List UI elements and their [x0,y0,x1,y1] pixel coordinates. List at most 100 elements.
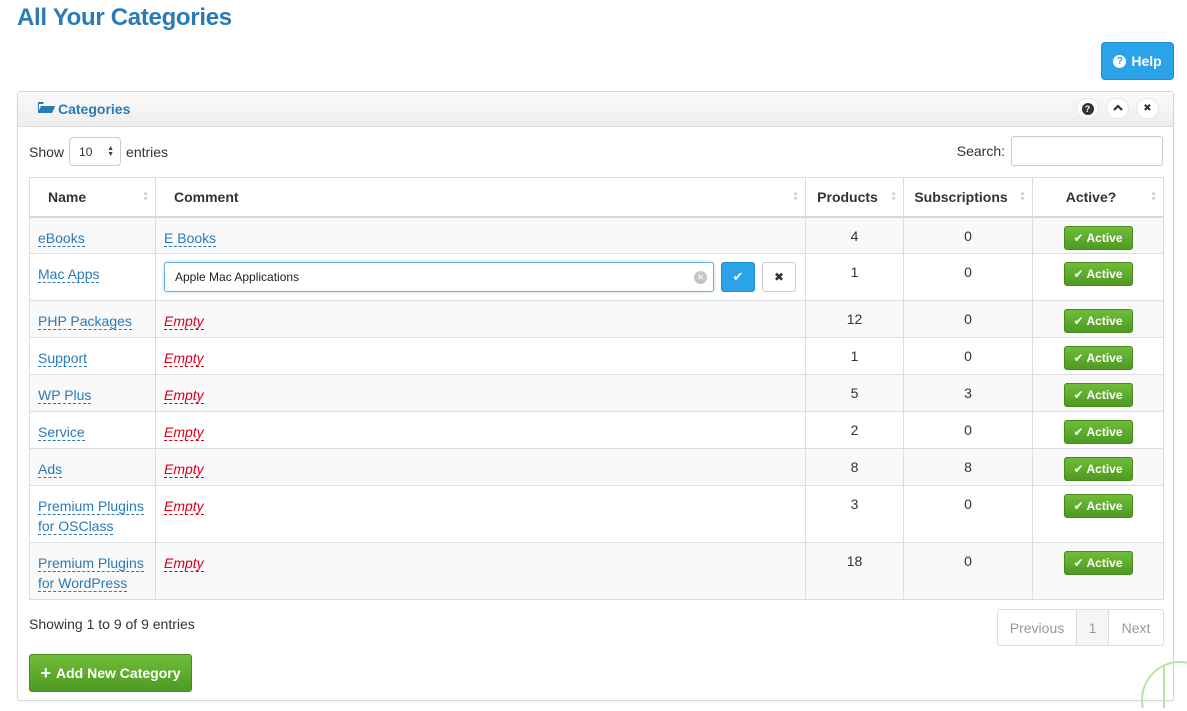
active-toggle-button[interactable]: ✔ Active [1063,494,1133,518]
category-name-link[interactable]: Support [38,350,88,367]
page-title: All Your Categories [17,4,232,31]
table-row: Support Empty 1 0 ✔ Active [29,337,1164,375]
category-comment-empty[interactable]: Empty [164,461,204,478]
folder-open-icon [37,101,56,117]
pagination: Previous 1 Next [997,609,1164,646]
show-label: Show [29,143,65,160]
subscriptions-count: 0 [903,216,1033,254]
next-page-button[interactable]: Next [1109,610,1163,645]
question-icon: ? [1081,102,1094,115]
products-count: 18 [805,542,904,600]
category-comment-empty[interactable]: Empty [164,498,204,515]
inline-comment-editor: Apple Mac Applications ✕ ✔ ✖ [164,262,797,292]
table-row: eBooks E Books 4 0 ✔ Active [29,216,1164,254]
plus-icon: + [40,663,52,683]
panel-title-label: Categories [58,101,131,117]
category-comment-empty[interactable]: Empty [164,424,204,441]
category-name-link[interactable]: Ads [38,461,63,478]
check-icon: ✔ [1073,425,1084,439]
column-header-products[interactable]: Products ▲ ▼ [805,177,904,218]
panel-collapse-button[interactable] [1106,98,1129,119]
sort-icon: ▲ ▼ [1019,190,1026,203]
products-count: 12 [805,300,904,338]
subscriptions-count: 0 [903,485,1033,543]
table-row: Service Empty 2 0 ✔ Active [29,411,1164,449]
products-count: 2 [805,411,904,449]
category-name-link[interactable]: Mac Apps [38,266,100,283]
column-header-active[interactable]: Active? ▲ ▼ [1032,177,1164,218]
products-count: 8 [805,448,904,486]
subscriptions-count: 0 [903,300,1033,338]
products-count: 4 [805,216,904,254]
sort-icon: ▲ ▼ [792,190,799,203]
active-toggle-button[interactable]: ✔ Active [1063,383,1133,407]
cancel-edit-button[interactable]: ✖ [762,262,796,292]
active-toggle-button[interactable]: ✔ Active [1063,225,1133,250]
check-icon: ✔ [1073,462,1084,476]
table-header-row: Name ▲ ▼ Comment ▲ ▼ Products ▲ ▼ Subscription… [29,177,1164,218]
entries-label: entries [126,143,169,160]
active-toggle-button[interactable]: ✔ Active [1063,551,1133,575]
products-count: 1 [805,253,904,301]
products-count: 5 [805,374,904,412]
page-number-button[interactable]: 1 [1077,610,1109,645]
add-new-category-label: Add New Category [56,665,181,681]
active-toggle-button[interactable]: ✔ Active [1063,309,1133,333]
active-toggle-button[interactable]: ✔ Active [1063,457,1133,481]
check-icon: ✔ [1073,314,1084,328]
category-name-link[interactable]: PHP Packages [38,313,132,330]
panel-title: Categories [37,101,130,117]
subscriptions-count: 8 [903,448,1033,486]
category-comment-empty[interactable]: Empty [164,350,204,367]
category-name-link[interactable]: WP Plus [38,387,92,404]
page-length-select[interactable]: 10 ▲ ▼ [69,137,122,166]
chevron-up-icon [1112,103,1123,114]
category-name-link[interactable]: Service [38,424,85,441]
panel-help-button[interactable]: ? [1076,98,1099,119]
category-name-link[interactable]: Premium Plugins for WordPress [38,555,144,592]
confirm-edit-button[interactable]: ✔ [721,262,755,292]
category-name-link[interactable]: Premium Plugins for OSClass [38,498,144,535]
column-header-name[interactable]: Name ▲ ▼ [29,177,156,218]
category-comment-empty[interactable]: Empty [164,555,204,572]
category-comment-empty[interactable]: Empty [164,387,204,404]
table-row: Ads Empty 8 8 ✔ Active [29,448,1164,486]
help-button[interactable]: ? Help [1101,42,1174,80]
active-toggle-button[interactable]: ✔ Active [1063,420,1133,444]
table-row: Premium Plugins for WordPress Empty 18 0… [29,542,1164,600]
category-comment-empty[interactable]: Empty [164,313,204,330]
active-toggle-button[interactable]: ✔ Active [1063,346,1133,370]
help-label: Help [1131,53,1162,69]
check-icon: ✔ [1073,230,1084,245]
page-length-value: 10 [79,144,93,159]
close-icon: ✖ [1143,103,1152,114]
search-control: Search: [957,136,1163,166]
active-toggle-button[interactable]: ✔ Active [1063,262,1133,286]
sort-icon: ▲ ▼ [1150,190,1157,203]
check-icon: ✔ [1073,388,1084,402]
previous-page-button[interactable]: Previous [998,610,1077,645]
column-header-subscriptions[interactable]: Subscriptions ▲ ▼ [903,177,1033,218]
table-row: Premium Plugins for OSClass Empty 3 0 ✔ A… [29,485,1164,543]
panel-close-button[interactable]: ✖ [1136,98,1159,119]
sort-icon: ▲ ▼ [890,190,897,203]
column-header-comment[interactable]: Comment ▲ ▼ [155,177,806,218]
subscriptions-count: 0 [903,542,1033,600]
search-input[interactable] [1011,136,1163,166]
subscriptions-count: 3 [903,374,1033,412]
products-count: 3 [805,485,904,543]
comment-edit-value: Apple Mac Applications [175,270,300,284]
subscriptions-count: 0 [903,337,1033,375]
subscriptions-count: 0 [903,411,1033,449]
search-label: Search: [956,143,1005,159]
table-row: WP Plus Empty 5 3 ✔ Active [29,374,1164,412]
category-name-link[interactable]: eBooks [38,229,85,247]
category-comment-link[interactable]: E Books [164,229,217,247]
page-length-control: Show 10 ▲ ▼ entries [29,137,168,166]
categories-table: Name ▲ ▼ Comment ▲ ▼ Products ▲ ▼ Subscription… [29,177,1164,600]
add-new-category-button[interactable]: + Add New Category [29,654,192,692]
comment-edit-input[interactable]: Apple Mac Applications ✕ [164,262,714,292]
select-arrows-icon: ▲ ▼ [107,144,115,158]
panel-header: Categories ? ✖ [18,92,1173,127]
clear-icon[interactable]: ✕ [694,270,707,284]
